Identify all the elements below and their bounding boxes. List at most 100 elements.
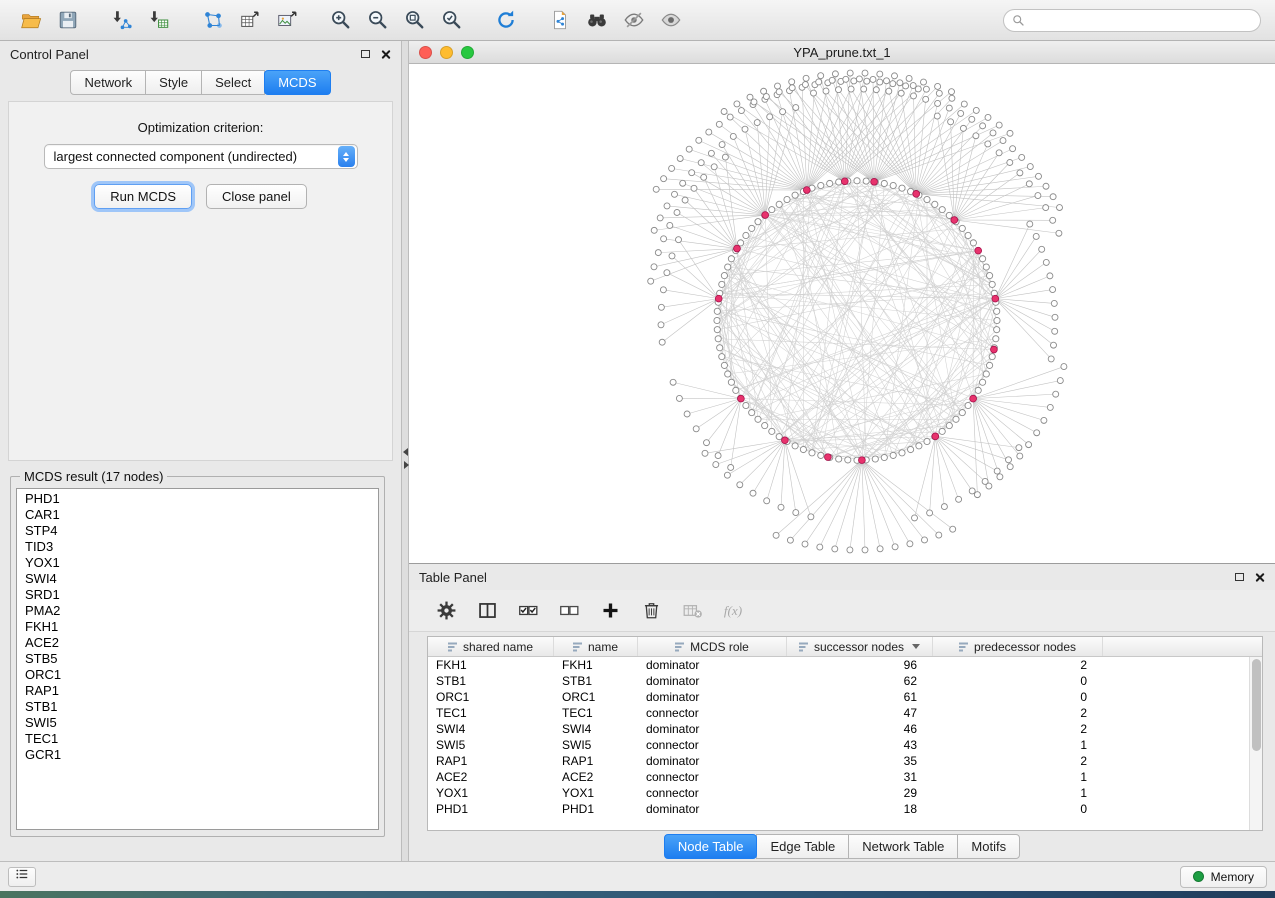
open-session-button[interactable]: [14, 4, 48, 36]
new-network-button[interactable]: [196, 4, 230, 36]
table-row[interactable]: PHD1PHD1dominator180: [428, 801, 1249, 817]
tab-network[interactable]: Network: [70, 70, 146, 95]
mcds-result-item[interactable]: TEC1: [25, 731, 378, 747]
mcds-result-item[interactable]: CAR1: [25, 507, 378, 523]
table-row[interactable]: ACE2ACE2connector311: [428, 769, 1249, 785]
select-all-rows-button[interactable]: [515, 598, 541, 624]
tab-style[interactable]: Style: [145, 70, 202, 95]
table-cell: 0: [933, 801, 1103, 817]
delete-column-button[interactable]: [638, 598, 664, 624]
collapse-left-icon[interactable]: [403, 448, 408, 456]
hide-panel-button[interactable]: [617, 4, 651, 36]
mcds-result-item[interactable]: PHD1: [25, 491, 378, 507]
close-panel-button[interactable]: Close panel: [206, 184, 307, 209]
table-row[interactable]: SWI5SWI5connector431: [428, 737, 1249, 753]
table-row[interactable]: ORC1ORC1dominator610: [428, 689, 1249, 705]
table-row[interactable]: STB1STB1dominator620: [428, 673, 1249, 689]
mcds-result-item[interactable]: ACE2: [25, 635, 378, 651]
export-image-button[interactable]: [270, 4, 304, 36]
show-eye-button[interactable]: [654, 4, 688, 36]
close-panel-icon[interactable]: [380, 49, 391, 60]
settings-gear-button[interactable]: [433, 598, 459, 624]
table-cell-filler: [1103, 721, 1249, 737]
tab-edge-table[interactable]: Edge Table: [756, 834, 849, 859]
close-table-panel-icon[interactable]: [1254, 572, 1265, 583]
zoom-selected-button[interactable]: [435, 4, 469, 36]
table-row[interactable]: RAP1RAP1dominator352: [428, 753, 1249, 769]
import-network-button[interactable]: [105, 4, 139, 36]
find-button[interactable]: [580, 4, 614, 36]
table-row[interactable]: TEC1TEC1connector472: [428, 705, 1249, 721]
table-cell: 31: [787, 769, 933, 785]
table-scrollbar[interactable]: [1249, 657, 1262, 830]
minimize-window-icon[interactable]: [440, 46, 453, 59]
optimization-criterion-dropdown[interactable]: largest connected component (undirected): [44, 144, 358, 169]
column-header-shared-name[interactable]: shared name: [428, 637, 554, 656]
mcds-result-item[interactable]: TID3: [25, 539, 378, 555]
refresh-layout-button[interactable]: [489, 4, 523, 36]
application-window: Control Panel NetworkStyleSelectMCDS Opt…: [0, 0, 1275, 898]
mcds-result-item[interactable]: STB5: [25, 651, 378, 667]
column-layout-icon: [477, 600, 498, 621]
memory-button[interactable]: Memory: [1180, 866, 1267, 888]
panel-splitter[interactable]: [402, 41, 409, 861]
tab-select[interactable]: Select: [201, 70, 265, 95]
column-header-predecessor-nodes[interactable]: predecessor nodes: [933, 637, 1103, 656]
mcds-result-item[interactable]: FKH1: [25, 619, 378, 635]
table-panel-title: Table Panel: [419, 570, 487, 585]
control-panel-title: Control Panel: [10, 47, 89, 62]
network-window-titlebar: YPA_prune.txt_1: [409, 41, 1275, 64]
network-canvas[interactable]: [409, 64, 1275, 563]
column-header-name[interactable]: name: [554, 637, 638, 656]
table-row[interactable]: FKH1FKH1dominator962: [428, 657, 1249, 673]
zoom-in-button[interactable]: [324, 4, 358, 36]
memory-label: Memory: [1211, 870, 1254, 884]
search-input[interactable]: [1003, 9, 1261, 32]
tab-network-table[interactable]: Network Table: [848, 834, 958, 859]
scrollbar-thumb[interactable]: [1252, 659, 1261, 751]
table-cell: 47: [787, 705, 933, 721]
mcds-tab-content: Optimization criterion: largest connecte…: [8, 101, 393, 461]
mcds-result-item[interactable]: SWI5: [25, 715, 378, 731]
status-menu-button[interactable]: [8, 867, 36, 887]
save-session-button[interactable]: [51, 4, 85, 36]
deselect-all-rows-button[interactable]: [556, 598, 582, 624]
mcds-result-item[interactable]: PMA2: [25, 603, 378, 619]
run-mcds-button[interactable]: Run MCDS: [94, 184, 192, 209]
tab-mcds[interactable]: MCDS: [264, 70, 330, 95]
maximize-window-icon[interactable]: [461, 46, 474, 59]
mcds-result-item[interactable]: STB1: [25, 699, 378, 715]
zoom-out-button[interactable]: [361, 4, 395, 36]
mcds-result-item[interactable]: STP4: [25, 523, 378, 539]
import-table-button[interactable]: [142, 4, 176, 36]
table-row[interactable]: SWI4SWI4dominator462: [428, 721, 1249, 737]
expand-right-icon[interactable]: [404, 461, 409, 469]
column-header-MCDS-role[interactable]: MCDS role: [638, 637, 787, 656]
mcds-result-item[interactable]: SWI4: [25, 571, 378, 587]
column-header-successor-nodes[interactable]: successor nodes: [787, 637, 933, 656]
export-table-button[interactable]: [233, 4, 267, 36]
mcds-result-item[interactable]: RAP1: [25, 683, 378, 699]
table-row[interactable]: YOX1YOX1connector291: [428, 785, 1249, 801]
tab-motifs[interactable]: Motifs: [957, 834, 1020, 859]
list-menu-icon: [15, 867, 29, 886]
mcds-result-item[interactable]: SRD1: [25, 587, 378, 603]
mcds-result-item[interactable]: YOX1: [25, 555, 378, 571]
share-document-button[interactable]: [543, 4, 577, 36]
column-layout-button[interactable]: [474, 598, 500, 624]
table-panel: Table Panel f(x) shared namenameMCDS rol…: [409, 564, 1275, 861]
float-table-panel-icon[interactable]: [1235, 573, 1244, 581]
mcds-result-item[interactable]: ORC1: [25, 667, 378, 683]
tab-node-table[interactable]: Node Table: [664, 834, 758, 859]
mcds-result-list[interactable]: PHD1CAR1STP4TID3YOX1SWI4SRD1PMA2FKH1ACE2…: [16, 488, 379, 830]
table-body: FKH1FKH1dominator962STB1STB1dominator620…: [428, 657, 1249, 830]
table-cell: dominator: [638, 657, 787, 673]
column-header-label: MCDS role: [690, 640, 749, 654]
mcds-result-item[interactable]: GCR1: [25, 747, 378, 763]
close-window-icon[interactable]: [419, 46, 432, 59]
add-column-button[interactable]: [597, 598, 623, 624]
network-graph[interactable]: [409, 64, 1275, 563]
control-panel-tabs: NetworkStyleSelectMCDS: [0, 70, 401, 95]
zoom-fit-button[interactable]: [398, 4, 432, 36]
float-panel-icon[interactable]: [361, 50, 370, 58]
